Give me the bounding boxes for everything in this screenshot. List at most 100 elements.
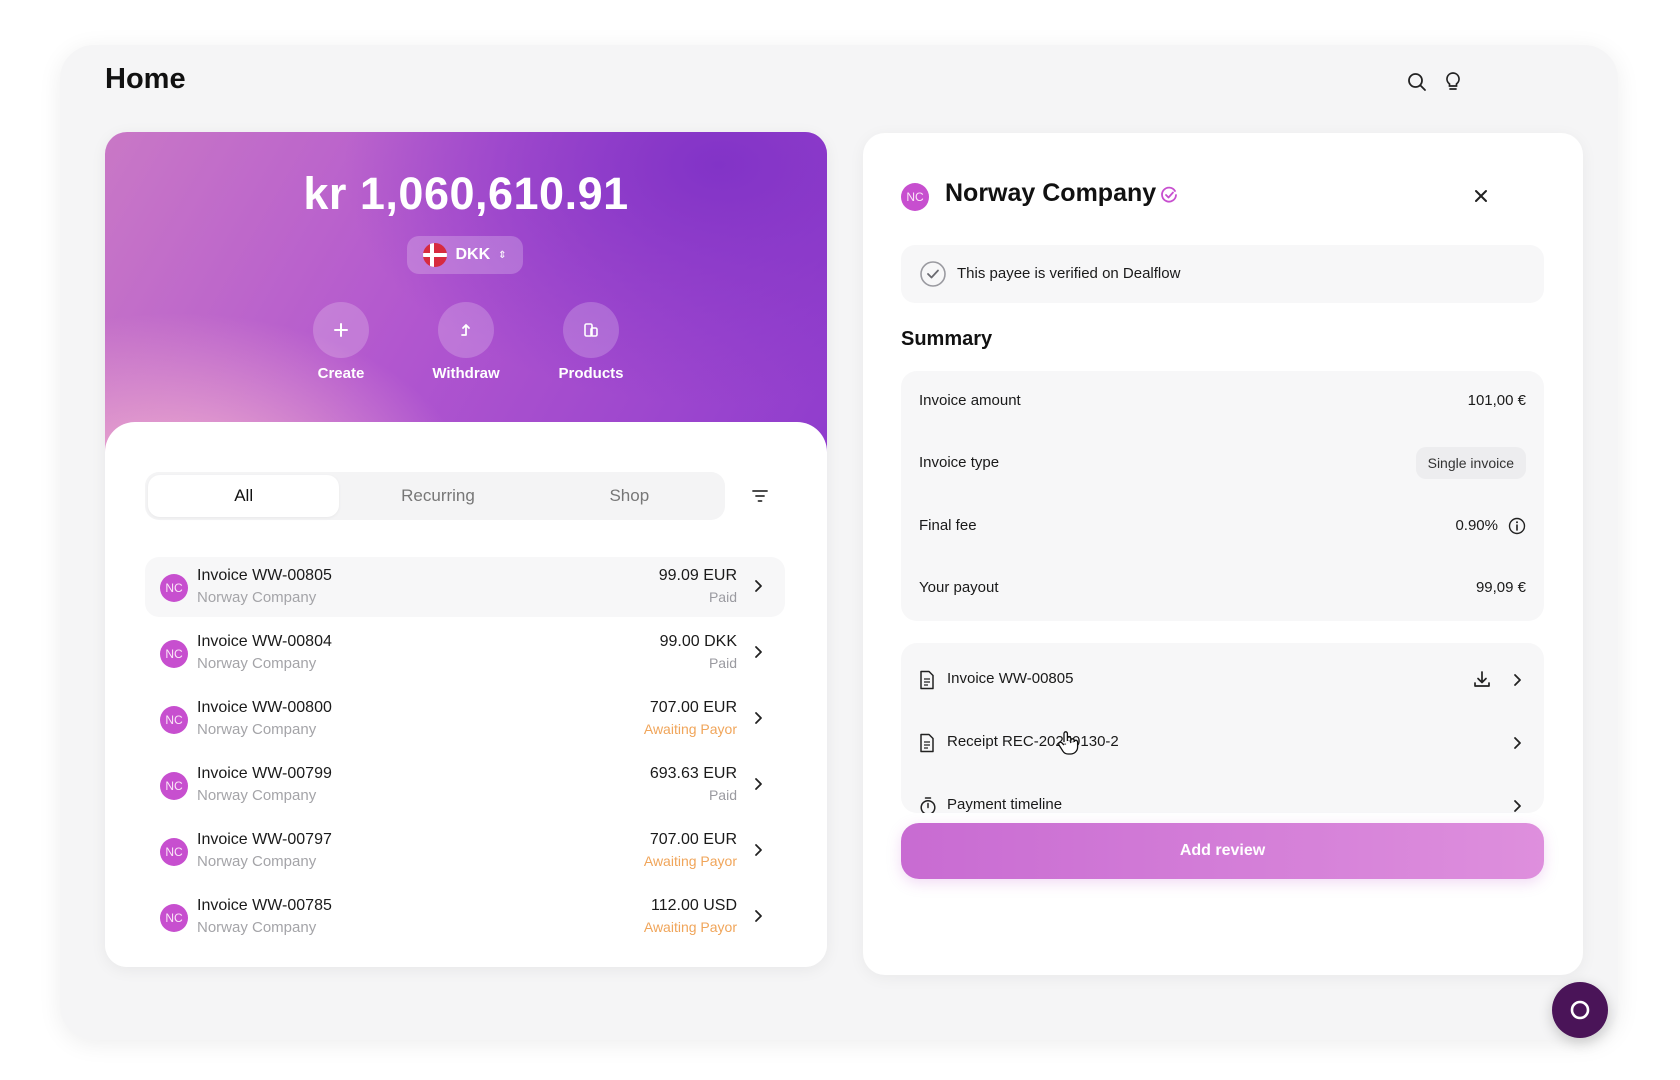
- invoice-status: Awaiting Payor: [643, 721, 737, 737]
- filter-icon[interactable]: [738, 474, 782, 518]
- invoice-amount: 707.00 EUR: [649, 831, 737, 848]
- products-icon: [563, 302, 619, 358]
- invoice-amount: 99.00 DKK: [659, 633, 737, 650]
- app-window: Home kr 1,060,610.91 DKK ⇕ Create Withdr…: [60, 45, 1618, 1040]
- add-review-button[interactable]: Add review: [901, 823, 1544, 879]
- invoice-company: Norway Company: [197, 853, 317, 870]
- invoice-title: Invoice WW-00800: [197, 699, 332, 716]
- invoice-row[interactable]: NC Invoice WW-00805 Norway Company 99.09…: [145, 557, 785, 617]
- chevron-right-icon: [755, 778, 762, 790]
- invoice-row[interactable]: NC Invoice WW-00800 Norway Company 707.0…: [145, 689, 785, 749]
- chat-ring-icon: [1570, 1000, 1590, 1020]
- invoice-amount: 99.09 EUR: [658, 567, 737, 584]
- invoice-title: Invoice WW-00804: [197, 633, 332, 650]
- invoice-company: Norway Company: [197, 655, 317, 672]
- verified-text: This payee is verified on Dealflow: [957, 265, 1181, 282]
- avatar: NC: [160, 574, 188, 602]
- summary-label: Final fee: [919, 517, 977, 534]
- tab-all[interactable]: All: [148, 475, 340, 517]
- invoice-status: Awaiting Payor: [643, 853, 737, 869]
- payment-timeline-row[interactable]: Payment timeline: [901, 781, 1544, 813]
- chevron-right-icon: [755, 910, 762, 922]
- chevron-right-icon: [755, 646, 762, 658]
- wallet-card: kr 1,060,610.91 DKK ⇕ Create Withdraw Pr…: [105, 132, 827, 967]
- avatar: NC: [901, 183, 929, 211]
- summary-label: Invoice amount: [919, 392, 1021, 409]
- invoice-row[interactable]: NC Invoice WW-00785 Norway Company 112.0…: [145, 887, 785, 947]
- invoice-amount: 112.00 USD: [651, 897, 737, 914]
- verified-badge-icon: [1161, 186, 1177, 203]
- invoice-company: Norway Company: [197, 919, 317, 936]
- chat-support-button[interactable]: [1552, 982, 1608, 1038]
- invoice-company: Norway Company: [197, 721, 317, 738]
- invoice-status: Awaiting Payor: [643, 919, 737, 935]
- summary-label: Invoice type: [919, 454, 1000, 471]
- withdraw-arrow-icon: [438, 302, 494, 358]
- page-title: Home: [105, 63, 186, 95]
- document-icon: [920, 670, 934, 690]
- info-icon[interactable]: [1508, 517, 1526, 535]
- invoice-row[interactable]: NC Invoice WW-00804 Norway Company 99.00…: [145, 623, 785, 683]
- summary-label: Your payout: [919, 579, 999, 596]
- close-icon[interactable]: [1468, 183, 1494, 209]
- chevron-right-icon: [755, 844, 762, 856]
- chevron-right-icon: [1514, 800, 1521, 812]
- invoice-title: Invoice WW-00799: [197, 765, 332, 782]
- summary-box: Invoice amount 101,00 € Invoice type Sin…: [901, 371, 1544, 621]
- invoice-row[interactable]: NC Invoice WW-00797 Norway Company 707.0…: [145, 821, 785, 881]
- invoice-title: Invoice WW-00785: [197, 897, 332, 914]
- download-icon[interactable]: [1472, 669, 1492, 689]
- denmark-flag-icon: [423, 243, 448, 267]
- summary-row-invoice-type: Invoice type Single invoice: [901, 443, 1544, 483]
- invoice-company: Norway Company: [197, 787, 317, 804]
- invoice-status: Paid: [708, 655, 737, 671]
- create-label: Create: [317, 365, 365, 382]
- check-circle-icon: [920, 261, 946, 287]
- search-icon[interactable]: [1404, 69, 1430, 95]
- document-label: Receipt REC-20250130-2: [947, 733, 1119, 750]
- document-label: Payment timeline: [947, 796, 1063, 813]
- balance-amount: kr 1,060,610.91: [303, 168, 629, 219]
- payee-name: Norway Company: [945, 179, 1157, 207]
- invoice-type-badge: Single invoice: [1415, 447, 1526, 479]
- invoice-tabs: All Recurring Shop: [145, 472, 725, 520]
- avatar: NC: [160, 640, 188, 668]
- currency-selector[interactable]: DKK ⇕: [407, 236, 523, 274]
- payee-detail-panel: NC Norway Company This payee is verified…: [863, 133, 1583, 975]
- avatar: NC: [160, 706, 188, 734]
- summary-value: 101,00 €: [1467, 392, 1526, 409]
- up-down-chevron-icon: ⇕: [498, 249, 507, 261]
- currency-code: DKK: [455, 246, 491, 263]
- products-button[interactable]: Products: [541, 302, 641, 382]
- chevron-right-icon: [755, 712, 762, 724]
- document-label: Invoice WW-00805: [947, 670, 1074, 687]
- withdraw-button[interactable]: Withdraw: [416, 302, 516, 382]
- summary-value: 99,09 €: [1475, 579, 1526, 596]
- document-icon: [920, 733, 934, 753]
- chevron-right-icon: [1514, 737, 1521, 749]
- documents-box: Invoice WW-00805 Receipt REC-20250130-2: [901, 643, 1544, 813]
- summary-title: Summary: [901, 328, 993, 350]
- invoice-status: Paid: [708, 787, 737, 803]
- receipt-document-row[interactable]: Receipt REC-20250130-2: [901, 718, 1544, 768]
- balance-hero: kr 1,060,610.91 DKK ⇕ Create Withdraw Pr…: [105, 132, 827, 462]
- summary-row-final-fee: Final fee 0.90%: [901, 506, 1544, 546]
- verified-notice: This payee is verified on Dealflow: [901, 245, 1544, 303]
- lightbulb-icon[interactable]: [1440, 69, 1466, 95]
- tab-shop[interactable]: Shop: [534, 472, 725, 520]
- summary-value: 0.90%: [1455, 517, 1498, 534]
- invoice-list-panel: All Recurring Shop NC Invoice WW-00805 N…: [105, 422, 827, 967]
- invoice-document-row[interactable]: Invoice WW-00805: [901, 655, 1544, 705]
- tab-recurring[interactable]: Recurring: [342, 472, 533, 520]
- invoice-company: Norway Company: [197, 589, 317, 606]
- withdraw-label: Withdraw: [432, 365, 500, 382]
- timer-icon: [920, 797, 936, 813]
- plus-icon: [313, 302, 369, 358]
- summary-row-invoice-amount: Invoice amount 101,00 €: [901, 381, 1544, 421]
- avatar: NC: [160, 838, 188, 866]
- avatar: NC: [160, 904, 188, 932]
- products-label: Products: [558, 365, 624, 382]
- chevron-right-icon: [1514, 674, 1521, 686]
- invoice-row[interactable]: NC Invoice WW-00799 Norway Company 693.6…: [145, 755, 785, 815]
- create-button[interactable]: Create: [291, 302, 391, 382]
